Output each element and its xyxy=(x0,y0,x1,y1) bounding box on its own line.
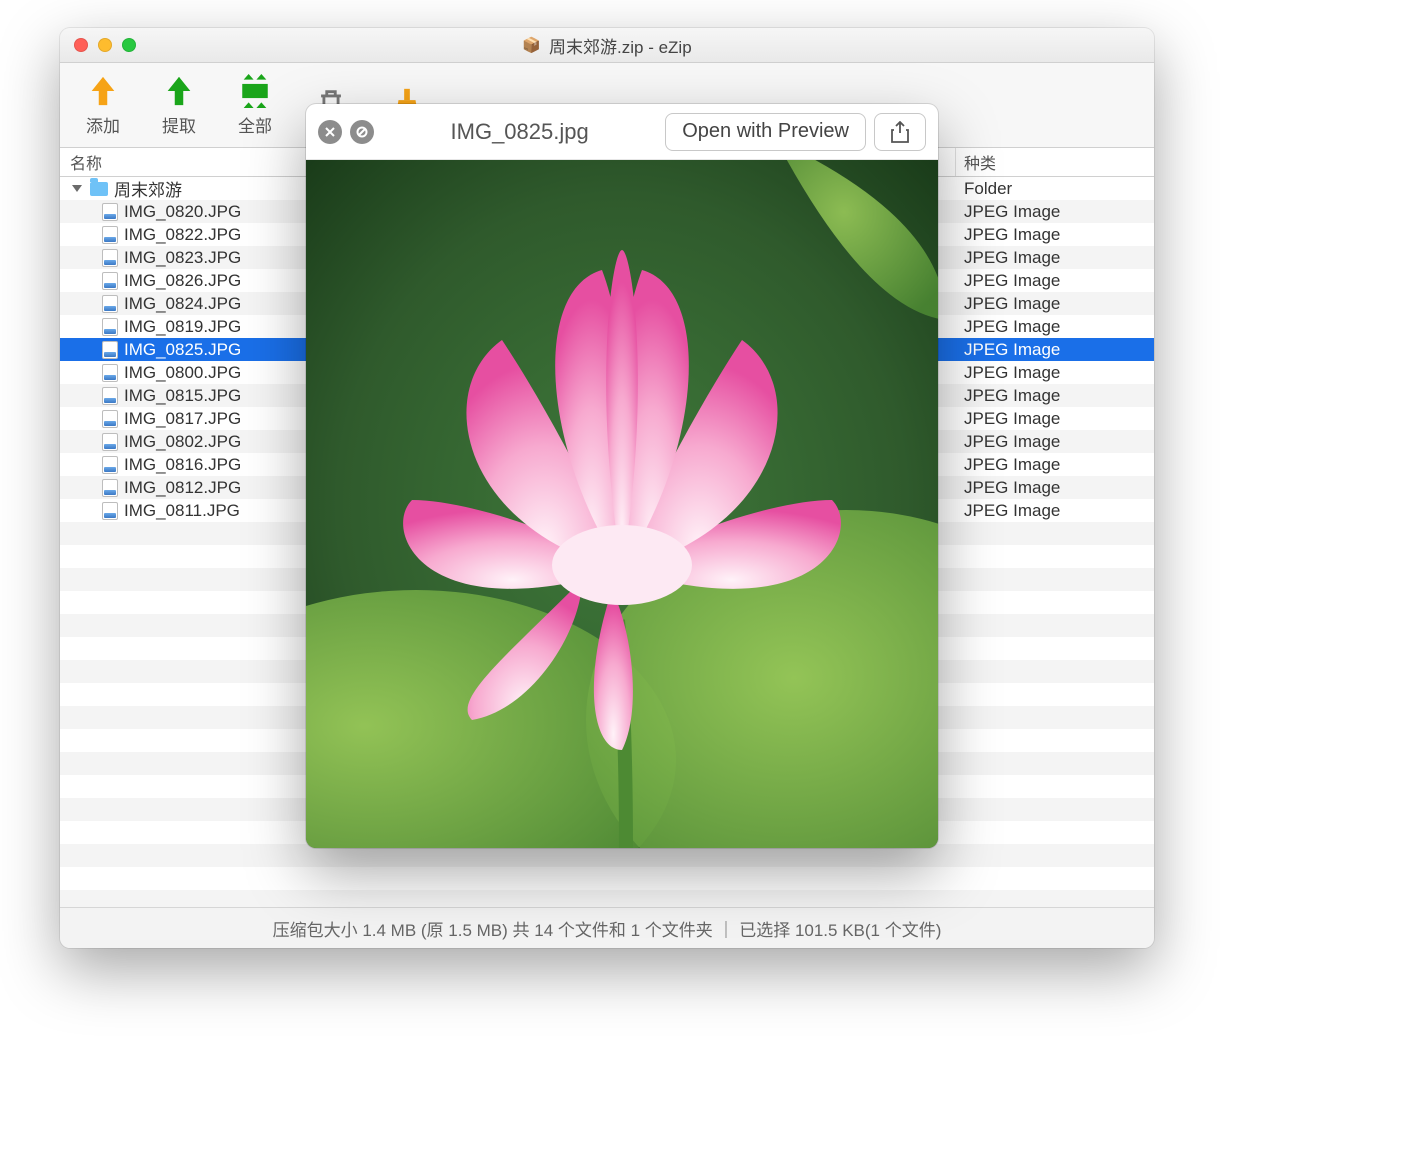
image-file-icon xyxy=(102,203,118,221)
image-file-icon xyxy=(102,272,118,290)
file-name: IMG_0826.JPG xyxy=(124,271,241,291)
image-file-icon xyxy=(102,341,118,359)
disclosure-triangle-icon[interactable] xyxy=(72,185,82,192)
file-name: IMG_0825.JPG xyxy=(124,340,241,360)
quicklook-image xyxy=(306,160,938,848)
row-kind: JPEG Image xyxy=(956,386,1154,406)
image-file-icon xyxy=(102,479,118,497)
toolbar-extract-all[interactable]: 全部 xyxy=(238,74,272,137)
image-file-icon xyxy=(102,502,118,520)
file-name: IMG_0817.JPG xyxy=(124,409,241,429)
row-kind: JPEG Image xyxy=(956,317,1154,337)
row-kind: JPEG Image xyxy=(956,363,1154,383)
file-name: IMG_0811.JPG xyxy=(124,501,240,521)
file-name: IMG_0812.JPG xyxy=(124,478,241,498)
quicklook-header: IMG_0825.jpg Open with Preview xyxy=(306,104,938,160)
close-window-button[interactable] xyxy=(74,38,88,52)
window-title: 📦 周末郊游.zip - eZip xyxy=(60,33,1154,58)
open-with-preview-button[interactable]: Open with Preview xyxy=(665,113,866,151)
quicklook-filename: IMG_0825.jpg xyxy=(382,119,657,145)
image-file-icon xyxy=(102,433,118,451)
row-kind: JPEG Image xyxy=(956,248,1154,268)
quicklook-close-button[interactable] xyxy=(318,120,342,144)
row-kind: JPEG Image xyxy=(956,432,1154,452)
zoom-window-button[interactable] xyxy=(122,38,136,52)
folder-name: 周末郊游 xyxy=(114,177,182,201)
file-name: IMG_0816.JPG xyxy=(124,455,241,475)
row-kind: JPEG Image xyxy=(956,501,1154,521)
row-kind: JPEG Image xyxy=(956,340,1154,360)
file-name: IMG_0822.JPG xyxy=(124,225,241,245)
window-controls xyxy=(74,38,136,52)
toolbar-extract-label: 提取 xyxy=(162,112,196,137)
titlebar: 📦 周末郊游.zip - eZip xyxy=(60,28,1154,63)
image-file-icon xyxy=(102,364,118,382)
column-header-kind[interactable]: 种类 xyxy=(956,148,1154,176)
image-file-icon xyxy=(102,456,118,474)
image-file-icon xyxy=(102,295,118,313)
row-kind: JPEG Image xyxy=(956,271,1154,291)
file-name: IMG_0823.JPG xyxy=(124,248,241,268)
row-kind: JPEG Image xyxy=(956,478,1154,498)
file-name: IMG_0819.JPG xyxy=(124,317,241,337)
minimize-window-button[interactable] xyxy=(98,38,112,52)
quicklook-disable-button[interactable] xyxy=(350,120,374,144)
image-file-icon xyxy=(102,249,118,267)
image-file-icon xyxy=(102,226,118,244)
quicklook-panel: IMG_0825.jpg Open with Preview xyxy=(306,104,938,848)
toolbar-add[interactable]: 添加 xyxy=(86,74,120,137)
toolbar-add-label: 添加 xyxy=(86,112,120,137)
folder-icon xyxy=(90,182,108,196)
row-kind: JPEG Image xyxy=(956,409,1154,429)
row-kind: JPEG Image xyxy=(956,202,1154,222)
image-file-icon xyxy=(102,318,118,336)
status-bar: 压缩包大小 1.4 MB (原 1.5 MB) 共 14 个文件和 1 个文件夹… xyxy=(60,907,1154,948)
file-name: IMG_0824.JPG xyxy=(124,294,241,314)
window-title-text: 周末郊游.zip - eZip xyxy=(549,33,692,58)
share-button[interactable] xyxy=(874,113,926,151)
empty-row xyxy=(60,890,1154,907)
file-name: IMG_0802.JPG xyxy=(124,432,241,452)
status-text: 压缩包大小 1.4 MB (原 1.5 MB) 共 14 个文件和 1 个文件夹… xyxy=(273,916,942,941)
row-kind: JPEG Image xyxy=(956,225,1154,245)
toolbar-extract-all-label: 全部 xyxy=(238,112,272,137)
file-name: IMG_0820.JPG xyxy=(124,202,241,222)
archive-icon: 📦 xyxy=(522,36,541,54)
row-kind: JPEG Image xyxy=(956,294,1154,314)
file-name: IMG_0800.JPG xyxy=(124,363,241,383)
image-file-icon xyxy=(102,387,118,405)
toolbar-extract[interactable]: 提取 xyxy=(162,74,196,137)
file-name: IMG_0815.JPG xyxy=(124,386,241,406)
image-file-icon xyxy=(102,410,118,428)
row-kind: Folder xyxy=(956,179,1154,199)
row-kind: JPEG Image xyxy=(956,455,1154,475)
empty-row xyxy=(60,867,1154,890)
